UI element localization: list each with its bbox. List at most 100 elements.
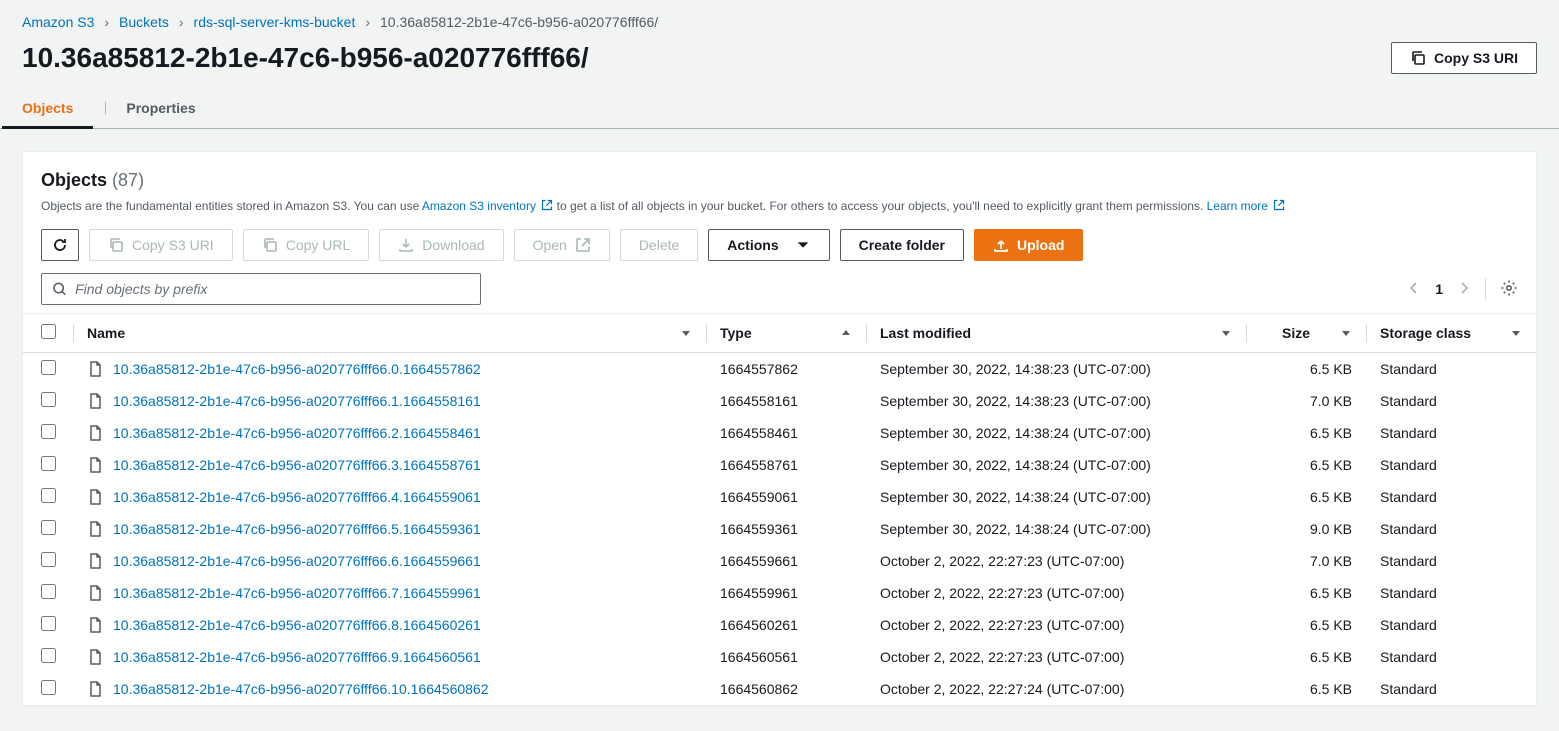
cell-size: 6.5 KB	[1246, 449, 1366, 481]
tabs: Objects Properties	[0, 88, 1559, 129]
breadcrumb-current: 10.36a85812-2b1e-47c6-b956-a020776fff66/	[380, 14, 658, 30]
cell-storage-class: Standard	[1366, 513, 1536, 545]
object-link[interactable]: 10.36a85812-2b1e-47c6-b956-a020776fff66.…	[113, 649, 481, 665]
column-type-label: Type	[720, 325, 752, 341]
actions-label: Actions	[727, 237, 778, 253]
page-header: 10.36a85812-2b1e-47c6-b956-a020776fff66/…	[0, 38, 1559, 88]
delete-button[interactable]: Delete	[620, 229, 698, 261]
table-row: 10.36a85812-2b1e-47c6-b956-a020776fff66.…	[23, 609, 1536, 641]
column-size[interactable]: Size	[1246, 314, 1366, 353]
column-size-label: Size	[1282, 325, 1310, 341]
search-input[interactable]	[75, 281, 470, 297]
object-link[interactable]: 10.36a85812-2b1e-47c6-b956-a020776fff66.…	[113, 521, 481, 537]
sort-icon	[680, 327, 692, 339]
row-checkbox[interactable]	[41, 456, 56, 471]
cell-type: 1664559961	[706, 577, 866, 609]
cell-type: 1664560862	[706, 673, 866, 705]
breadcrumb: Amazon S3 › Buckets › rds-sql-server-kms…	[0, 0, 1559, 38]
cell-size: 6.5 KB	[1246, 609, 1366, 641]
objects-table: Name Type Last modified Size	[23, 313, 1536, 705]
cell-type: 1664558461	[706, 417, 866, 449]
copy-icon	[108, 237, 124, 253]
cell-size: 6.5 KB	[1246, 481, 1366, 513]
column-type[interactable]: Type	[706, 314, 866, 353]
row-checkbox[interactable]	[41, 648, 56, 663]
copy-icon	[262, 237, 278, 253]
pagination: 1	[1407, 278, 1518, 300]
settings-button[interactable]	[1500, 279, 1518, 300]
row-checkbox[interactable]	[41, 584, 56, 599]
breadcrumb-amazon-s3[interactable]: Amazon S3	[22, 14, 94, 30]
table-row: 10.36a85812-2b1e-47c6-b956-a020776fff66.…	[23, 449, 1536, 481]
row-checkbox[interactable]	[41, 616, 56, 631]
chevron-right-icon	[1457, 281, 1471, 295]
copy-url-button[interactable]: Copy URL	[243, 229, 370, 261]
object-link[interactable]: 10.36a85812-2b1e-47c6-b956-a020776fff66.…	[113, 585, 481, 601]
chevron-left-icon	[1407, 281, 1421, 295]
row-checkbox[interactable]	[41, 552, 56, 567]
select-all-checkbox[interactable]	[41, 324, 56, 339]
chevron-right-icon: ›	[179, 14, 184, 30]
copy-s3-uri-toolbar-button[interactable]: Copy S3 URI	[89, 229, 233, 261]
file-icon	[87, 425, 103, 441]
row-checkbox[interactable]	[41, 488, 56, 503]
copy-s3-uri-button[interactable]: Copy S3 URI	[1391, 42, 1537, 74]
prev-page-button[interactable]	[1407, 281, 1421, 298]
download-button[interactable]: Download	[379, 229, 503, 261]
next-page-button[interactable]	[1457, 281, 1471, 298]
object-link[interactable]: 10.36a85812-2b1e-47c6-b956-a020776fff66.…	[113, 617, 481, 633]
file-icon	[87, 585, 103, 601]
object-link[interactable]: 10.36a85812-2b1e-47c6-b956-a020776fff66.…	[113, 361, 481, 377]
cell-size: 6.5 KB	[1246, 417, 1366, 449]
refresh-button[interactable]	[41, 229, 79, 261]
cell-storage-class: Standard	[1366, 673, 1536, 705]
create-folder-button[interactable]: Create folder	[840, 229, 964, 261]
upload-button[interactable]: Upload	[974, 229, 1083, 261]
delete-label: Delete	[639, 237, 679, 253]
object-link[interactable]: 10.36a85812-2b1e-47c6-b956-a020776fff66.…	[113, 425, 481, 441]
object-link[interactable]: 10.36a85812-2b1e-47c6-b956-a020776fff66.…	[113, 553, 481, 569]
cell-last-modified: September 30, 2022, 14:38:24 (UTC-07:00)	[866, 481, 1246, 513]
column-storage-class-label: Storage class	[1380, 325, 1471, 341]
cell-storage-class: Standard	[1366, 577, 1536, 609]
inventory-link[interactable]: Amazon S3 inventory	[422, 199, 557, 213]
search-box[interactable]	[41, 273, 481, 305]
cell-storage-class: Standard	[1366, 417, 1536, 449]
copy-s3-uri-label: Copy S3 URI	[132, 237, 214, 253]
row-checkbox[interactable]	[41, 424, 56, 439]
object-link[interactable]: 10.36a85812-2b1e-47c6-b956-a020776fff66.…	[113, 681, 489, 697]
file-icon	[87, 393, 103, 409]
column-last-modified[interactable]: Last modified	[866, 314, 1246, 353]
breadcrumb-bucket[interactable]: rds-sql-server-kms-bucket	[194, 14, 356, 30]
cell-last-modified: September 30, 2022, 14:38:24 (UTC-07:00)	[866, 449, 1246, 481]
chevron-right-icon: ›	[104, 14, 109, 30]
file-icon	[87, 553, 103, 569]
search-icon	[52, 281, 67, 297]
cell-size: 7.0 KB	[1246, 385, 1366, 417]
actions-dropdown[interactable]: Actions	[708, 229, 829, 261]
row-checkbox[interactable]	[41, 680, 56, 695]
file-icon	[87, 489, 103, 505]
breadcrumb-buckets[interactable]: Buckets	[119, 14, 169, 30]
tab-objects[interactable]: Objects	[22, 88, 73, 128]
page-number: 1	[1435, 281, 1443, 297]
column-name[interactable]: Name	[73, 314, 706, 353]
cell-type: 1664559661	[706, 545, 866, 577]
open-button[interactable]: Open	[514, 229, 610, 261]
table-row: 10.36a85812-2b1e-47c6-b956-a020776fff66.…	[23, 385, 1536, 417]
column-storage-class[interactable]: Storage class	[1366, 314, 1536, 353]
row-checkbox[interactable]	[41, 392, 56, 407]
cell-type: 1664558161	[706, 385, 866, 417]
learn-more-link[interactable]: Learn more	[1207, 199, 1286, 213]
object-link[interactable]: 10.36a85812-2b1e-47c6-b956-a020776fff66.…	[113, 489, 481, 505]
table-row: 10.36a85812-2b1e-47c6-b956-a020776fff66.…	[23, 513, 1536, 545]
object-link[interactable]: 10.36a85812-2b1e-47c6-b956-a020776fff66.…	[113, 457, 481, 473]
object-link[interactable]: 10.36a85812-2b1e-47c6-b956-a020776fff66.…	[113, 393, 481, 409]
row-checkbox[interactable]	[41, 360, 56, 375]
tab-properties[interactable]: Properties	[126, 88, 195, 128]
chevron-right-icon: ›	[365, 14, 370, 30]
objects-panel: Objects (87) Objects are the fundamental…	[22, 151, 1537, 706]
cell-storage-class: Standard	[1366, 385, 1536, 417]
desc-mid: to get a list of all objects in your buc…	[557, 199, 1207, 213]
row-checkbox[interactable]	[41, 520, 56, 535]
